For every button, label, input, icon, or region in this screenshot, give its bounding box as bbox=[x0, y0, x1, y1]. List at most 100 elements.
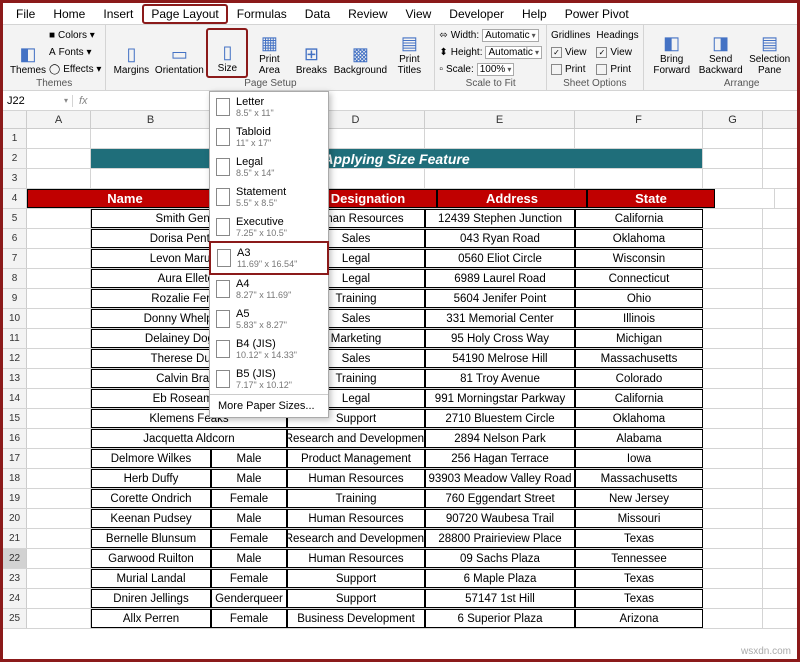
row-header[interactable]: 16 bbox=[3, 429, 27, 448]
cell[interactable]: 256 Hagan Terrace bbox=[425, 449, 575, 468]
cell[interactable]: 81 Troy Avenue bbox=[425, 369, 575, 388]
cell[interactable]: 5604 Jenifer Point bbox=[425, 289, 575, 308]
row-header[interactable]: 3 bbox=[3, 169, 27, 188]
col-header-E[interactable]: E bbox=[425, 111, 575, 128]
cell[interactable]: Oklahoma bbox=[575, 229, 703, 248]
background-button[interactable]: ▩Background bbox=[332, 28, 388, 78]
row-header[interactable]: 10 bbox=[3, 309, 27, 328]
fx-icon[interactable]: fx bbox=[73, 95, 94, 107]
cell[interactable] bbox=[27, 349, 91, 368]
bring-forward-button[interactable]: ◧Bring Forward bbox=[648, 28, 696, 78]
menu-view[interactable]: View bbox=[397, 4, 441, 24]
cell[interactable]: Texas bbox=[575, 529, 703, 548]
row-header[interactable]: 15 bbox=[3, 409, 27, 428]
cell[interactable]: 331 Memorial Center bbox=[425, 309, 575, 328]
cell[interactable] bbox=[27, 149, 91, 168]
cell[interactable] bbox=[703, 569, 763, 588]
cell[interactable]: 6989 Laurel Road bbox=[425, 269, 575, 288]
cell[interactable]: 6 Maple Plaza bbox=[425, 569, 575, 588]
headings-view-check[interactable]: ✓View bbox=[596, 45, 638, 61]
gridlines-print-check[interactable]: Print bbox=[551, 62, 590, 78]
cell[interactable]: Massachusetts bbox=[575, 349, 703, 368]
row-header[interactable]: 8 bbox=[3, 269, 27, 288]
cell[interactable] bbox=[91, 169, 211, 188]
menu-review[interactable]: Review bbox=[339, 4, 396, 24]
cell[interactable] bbox=[703, 389, 763, 408]
send-backward-button[interactable]: ◨Send Backward bbox=[696, 28, 746, 78]
cell[interactable]: Female bbox=[211, 529, 287, 548]
cell[interactable]: 991 Morningstar Parkway bbox=[425, 389, 575, 408]
cell[interactable]: Name bbox=[27, 189, 223, 208]
cell[interactable] bbox=[425, 169, 575, 188]
cell[interactable] bbox=[27, 229, 91, 248]
cell[interactable]: 043 Ryan Road bbox=[425, 229, 575, 248]
cell[interactable]: Massachusetts bbox=[575, 469, 703, 488]
cell[interactable] bbox=[575, 169, 703, 188]
row-header[interactable]: 4 bbox=[3, 189, 27, 208]
fonts-menu[interactable]: A Fonts ▾ bbox=[49, 45, 101, 61]
scale-combo[interactable]: 100% bbox=[477, 63, 515, 76]
cell[interactable]: 09 Sachs Plaza bbox=[425, 549, 575, 568]
row-header[interactable]: 17 bbox=[3, 449, 27, 468]
cell[interactable]: Keenan Pudsey bbox=[91, 509, 211, 528]
name-box[interactable]: J22 bbox=[3, 95, 73, 107]
size-button[interactable]: ▯Size bbox=[206, 28, 248, 78]
cell[interactable] bbox=[425, 129, 575, 148]
cell[interactable] bbox=[703, 249, 763, 268]
row-header[interactable]: 5 bbox=[3, 209, 27, 228]
cell[interactable] bbox=[27, 289, 91, 308]
cell[interactable]: Colorado bbox=[575, 369, 703, 388]
cell[interactable]: 2710 Bluestem Circle bbox=[425, 409, 575, 428]
gridlines-view-check[interactable]: ✓View bbox=[551, 45, 590, 61]
cell[interactable]: Texas bbox=[575, 569, 703, 588]
cell[interactable]: Training bbox=[287, 489, 425, 508]
row-header[interactable]: 6 bbox=[3, 229, 27, 248]
cell[interactable]: Murial Landal bbox=[91, 569, 211, 588]
cell[interactable]: Genderqueer bbox=[211, 589, 287, 608]
cell[interactable]: State bbox=[587, 189, 715, 208]
cell[interactable] bbox=[27, 529, 91, 548]
cell[interactable] bbox=[703, 209, 763, 228]
row-header[interactable]: 1 bbox=[3, 129, 27, 148]
colors-menu[interactable]: ■ Colors ▾ bbox=[49, 28, 101, 44]
cell[interactable]: Research and Development bbox=[287, 429, 425, 448]
cell[interactable]: Male bbox=[211, 449, 287, 468]
cell[interactable]: Bernelle Blunsum bbox=[91, 529, 211, 548]
cell[interactable]: Arizona bbox=[575, 609, 703, 628]
cell[interactable]: Missouri bbox=[575, 509, 703, 528]
cell[interactable]: Applying Size Feature bbox=[91, 149, 703, 168]
themes-button[interactable]: ◧Themes bbox=[7, 28, 49, 78]
cell[interactable]: 95 Holy Cross Way bbox=[425, 329, 575, 348]
row-header[interactable]: 18 bbox=[3, 469, 27, 488]
cell[interactable]: California bbox=[575, 389, 703, 408]
cell[interactable] bbox=[27, 589, 91, 608]
cell[interactable] bbox=[703, 269, 763, 288]
cell[interactable] bbox=[703, 309, 763, 328]
cell[interactable]: Texas bbox=[575, 589, 703, 608]
size-option-tabloid[interactable]: Tabloid11" x 17" bbox=[210, 122, 328, 152]
size-option-legal[interactable]: Legal8.5" x 14" bbox=[210, 152, 328, 182]
cell[interactable] bbox=[27, 329, 91, 348]
cell[interactable]: Male bbox=[211, 469, 287, 488]
cell[interactable] bbox=[27, 509, 91, 528]
cell[interactable] bbox=[575, 129, 703, 148]
row-header[interactable]: 14 bbox=[3, 389, 27, 408]
cell[interactable]: Wisconsin bbox=[575, 249, 703, 268]
col-header-A[interactable]: A bbox=[27, 111, 91, 128]
cell[interactable]: Female bbox=[211, 569, 287, 588]
cell[interactable] bbox=[703, 349, 763, 368]
cell[interactable] bbox=[703, 369, 763, 388]
row-header[interactable]: 22 bbox=[3, 549, 27, 568]
cell[interactable]: 2894 Nelson Park bbox=[425, 429, 575, 448]
cell[interactable]: Herb Duffy bbox=[91, 469, 211, 488]
align-button[interactable]: ≡Align bbox=[794, 28, 800, 78]
col-header-B[interactable]: B bbox=[91, 111, 211, 128]
width-combo[interactable]: Automatic bbox=[482, 29, 538, 42]
cell[interactable]: 28800 Prairieview Place bbox=[425, 529, 575, 548]
cell[interactable] bbox=[27, 609, 91, 628]
cell[interactable] bbox=[27, 469, 91, 488]
cell[interactable] bbox=[703, 409, 763, 428]
cell[interactable]: 12439 Stephen Junction bbox=[425, 209, 575, 228]
cell[interactable]: Human Resources bbox=[287, 509, 425, 528]
size-option-a4[interactable]: A48.27" x 11.69" bbox=[210, 274, 328, 304]
